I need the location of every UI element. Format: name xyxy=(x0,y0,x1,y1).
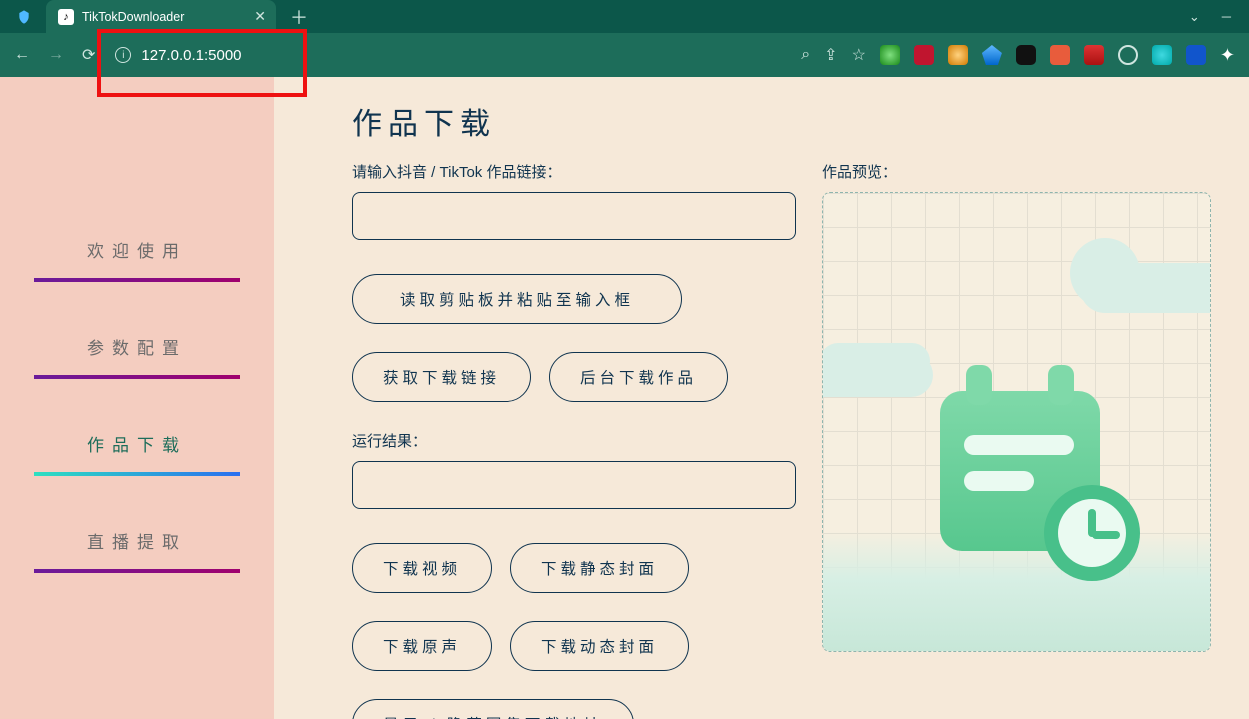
extension-icon-1[interactable] xyxy=(880,45,900,65)
browser-toolbar: ← → ⟳ i 127.0.0.1:5000 ⌕ ⇪ ☆ ✦ xyxy=(0,33,1249,77)
address-bar[interactable]: i 127.0.0.1:5000 xyxy=(107,47,241,64)
search-icon[interactable]: ⌕ xyxy=(801,46,810,64)
bookmark-icon[interactable]: ☆ xyxy=(852,45,866,65)
minimize-icon[interactable]: ─ xyxy=(1222,9,1231,24)
main-content: 作品下载 请输入抖音 / TikTok 作品链接： 读取剪贴板并粘贴至输入框 获… xyxy=(274,77,1249,719)
tab-title: TikTokDownloader xyxy=(82,10,246,24)
tab-favicon: ♪ xyxy=(58,9,74,25)
sidebar-item-label: 欢迎使用 xyxy=(87,242,187,261)
paste-clipboard-button[interactable]: 读取剪贴板并粘贴至输入框 xyxy=(352,274,682,324)
preview-box xyxy=(822,192,1211,652)
sidebar-item-download[interactable]: 作品下载 xyxy=(34,431,240,476)
download-audio-button[interactable]: 下载原声 xyxy=(352,621,492,671)
page-title: 作品下载 xyxy=(352,99,1211,143)
sidebar-item-welcome[interactable]: 欢迎使用 xyxy=(34,237,240,282)
url-input-label: 请输入抖音 / TikTok 作品链接： xyxy=(352,161,796,182)
info-icon[interactable]: i xyxy=(115,47,131,63)
sidebar-item-live[interactable]: 直播提取 xyxy=(34,528,240,573)
page-body: 欢迎使用 参数配置 作品下载 直播提取 作品下载 请输入抖音 / TikTok … xyxy=(0,77,1249,719)
browser-tab[interactable]: ♪ TikTokDownloader ✕ xyxy=(46,0,276,33)
window-icon xyxy=(10,3,38,31)
result-output[interactable] xyxy=(352,461,796,509)
sidebar-item-label: 作品下载 xyxy=(87,436,187,455)
extension-icon-5[interactable] xyxy=(1016,45,1036,65)
tab-strip: ♪ TikTokDownloader ✕ ＋ xyxy=(0,0,308,33)
cloud-illustration xyxy=(822,353,933,397)
extension-icon-7[interactable] xyxy=(1084,45,1104,65)
extension-icon-3[interactable] xyxy=(948,45,968,65)
extension-icon-4[interactable] xyxy=(982,45,1002,65)
browser-titlebar: ♪ TikTokDownloader ✕ ＋ ⌄ ─ xyxy=(0,0,1249,33)
extension-icon-10[interactable] xyxy=(1186,45,1206,65)
preview-column: 作品预览： xyxy=(822,161,1211,719)
result-label: 运行结果： xyxy=(352,430,796,451)
toggle-gallery-button[interactable]: 显示 / 隐藏图集下载地址 xyxy=(352,699,634,719)
new-tab-button[interactable]: ＋ xyxy=(290,4,308,30)
extension-icon-8[interactable] xyxy=(1118,45,1138,65)
toolbar-right: ⌕ ⇪ ☆ ✦ xyxy=(801,45,1235,66)
chevron-down-icon[interactable]: ⌄ xyxy=(1189,9,1200,25)
window-controls: ⌄ ─ xyxy=(1189,9,1249,25)
url-input[interactable] xyxy=(352,192,796,240)
share-icon[interactable]: ⇪ xyxy=(824,45,837,65)
reload-icon[interactable]: ⟳ xyxy=(82,45,95,65)
clock-icon xyxy=(1044,485,1140,581)
extension-icon-6[interactable] xyxy=(1050,45,1070,65)
sidebar-item-label: 参数配置 xyxy=(87,339,187,358)
sidebar-item-config[interactable]: 参数配置 xyxy=(34,334,240,379)
get-link-button[interactable]: 获取下载链接 xyxy=(352,352,531,402)
download-dynamic-cover-button[interactable]: 下载动态封面 xyxy=(510,621,689,671)
extensions-icon[interactable]: ✦ xyxy=(1220,45,1235,66)
forward-icon[interactable]: → xyxy=(48,46,64,64)
download-video-button[interactable]: 下载视频 xyxy=(352,543,492,593)
cloud-illustration xyxy=(1070,238,1140,308)
back-icon[interactable]: ← xyxy=(14,46,30,64)
extension-icon-9[interactable] xyxy=(1152,45,1172,65)
form-column: 请输入抖音 / TikTok 作品链接： 读取剪贴板并粘贴至输入框 获取下载链接… xyxy=(352,161,796,719)
preview-label: 作品预览： xyxy=(822,161,1211,182)
extension-icon-2[interactable] xyxy=(914,45,934,65)
close-icon[interactable]: ✕ xyxy=(254,8,266,25)
sidebar: 欢迎使用 参数配置 作品下载 直播提取 xyxy=(0,77,274,719)
download-static-cover-button[interactable]: 下载静态封面 xyxy=(510,543,689,593)
background-download-button[interactable]: 后台下载作品 xyxy=(549,352,728,402)
url-text: 127.0.0.1:5000 xyxy=(141,47,241,64)
sidebar-item-label: 直播提取 xyxy=(87,533,187,552)
